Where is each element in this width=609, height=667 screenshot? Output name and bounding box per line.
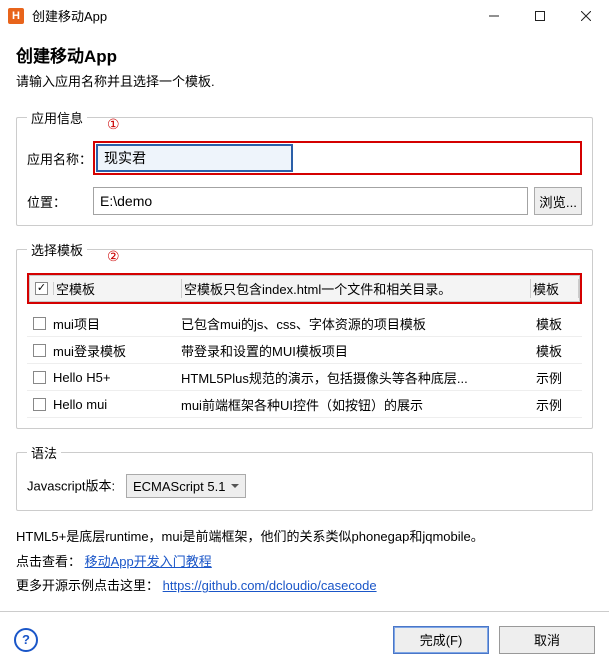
annotation-2: ② <box>107 248 120 265</box>
template-checkbox[interactable] <box>33 398 46 411</box>
window-title: 创建移动App <box>32 6 471 25</box>
template-checkbox[interactable] <box>35 282 48 295</box>
template-type: 模板 <box>534 341 582 360</box>
js-version-select[interactable]: ECMAScript 5.1 <box>126 474 246 498</box>
template-legend: 选择模板 <box>27 240 87 259</box>
template-desc: 带登录和设置的MUI模板项目 <box>179 341 534 360</box>
template-name: Hello H5+ <box>51 370 179 385</box>
table-row[interactable]: Hello H5+ HTML5Plus规范的演示，包括摄像头等各种底层... 示… <box>27 364 582 391</box>
table-row[interactable]: Hello mui mui前端框架各种UI控件（如按钮）的展示 示例 <box>27 391 582 418</box>
window-buttons <box>471 1 609 31</box>
info-line-1: HTML5+是底层runtime，mui是前端框架，他们的关系类似phonega… <box>16 525 593 550</box>
table-row[interactable]: mui项目 已包含mui的js、css、字体资源的项目模板 模板 <box>27 310 582 337</box>
table-row[interactable]: mui登录模板 带登录和设置的MUI模板项目 模板 <box>27 337 582 364</box>
template-desc: HTML5Plus规范的演示，包括摄像头等各种底层... <box>179 368 534 387</box>
template-checkbox[interactable] <box>33 344 46 357</box>
title-bar: H 创建移动App <box>0 0 609 32</box>
template-type: 示例 <box>534 368 582 387</box>
app-name-label: 应用名称： <box>27 149 93 168</box>
page-subtitle: 请输入应用名称并且选择一个模板. <box>16 71 593 90</box>
location-input[interactable] <box>93 187 528 215</box>
syntax-legend: 语法 <box>27 443 61 462</box>
template-checkbox[interactable] <box>33 317 46 330</box>
template-name: Hello mui <box>51 397 179 412</box>
highlight-box-1 <box>93 141 582 175</box>
template-name: mui项目 <box>51 314 179 333</box>
highlight-box-2: 空模板 空模板只包含index.html一个文件和相关目录。 模板 <box>27 273 582 304</box>
app-name-input[interactable] <box>96 144 293 172</box>
info-text: HTML5+是底层runtime，mui是前端框架，他们的关系类似phonega… <box>16 523 593 611</box>
template-group: 选择模板 ② 空模板 空模板只包含index.html一个文件和相关目录。 模板… <box>16 240 593 429</box>
app-info-group: 应用信息 ① 应用名称： 位置： 浏览... <box>16 108 593 226</box>
finish-button[interactable]: 完成(F) <box>393 626 489 654</box>
template-type: 模板 <box>534 314 582 333</box>
tutorial-link[interactable]: 移动App开发入门教程 <box>85 554 212 569</box>
browse-button[interactable]: 浏览... <box>534 187 582 215</box>
table-row[interactable]: 空模板 空模板只包含index.html一个文件和相关目录。 模板 <box>29 275 580 302</box>
template-desc: 空模板只包含index.html一个文件和相关目录。 <box>182 279 531 298</box>
template-desc: 已包含mui的js、css、字体资源的项目模板 <box>179 314 534 333</box>
app-icon: H <box>8 8 24 24</box>
location-label: 位置： <box>27 192 93 211</box>
syntax-group: 语法 Javascript版本: ECMAScript 5.1 <box>16 443 593 511</box>
page-title: 创建移动App <box>16 42 593 67</box>
template-type: 示例 <box>534 395 582 414</box>
template-name: 空模板 <box>54 279 182 298</box>
help-button[interactable]: ? <box>14 628 38 652</box>
info-line-3a: 更多开源示例点击这里： <box>16 578 159 593</box>
cancel-button[interactable]: 取消 <box>499 626 595 654</box>
maximize-button[interactable] <box>517 1 563 31</box>
template-checkbox[interactable] <box>33 371 46 384</box>
close-button[interactable] <box>563 1 609 31</box>
github-link[interactable]: https://github.com/dcloudio/casecode <box>163 578 377 593</box>
dialog-footer: ? 完成(F) 取消 <box>0 611 609 667</box>
template-name: mui登录模板 <box>51 341 179 360</box>
template-list: mui项目 已包含mui的js、css、字体资源的项目模板 模板 mui登录模板… <box>27 310 582 418</box>
template-type: 模板 <box>531 279 579 298</box>
annotation-1: ① <box>107 116 120 133</box>
minimize-button[interactable] <box>471 1 517 31</box>
info-line-2a: 点击查看： <box>16 554 81 569</box>
template-desc: mui前端框架各种UI控件（如按钮）的展示 <box>179 395 534 414</box>
js-version-label: Javascript版本: <box>27 479 115 494</box>
app-info-legend: 应用信息 <box>27 108 87 127</box>
